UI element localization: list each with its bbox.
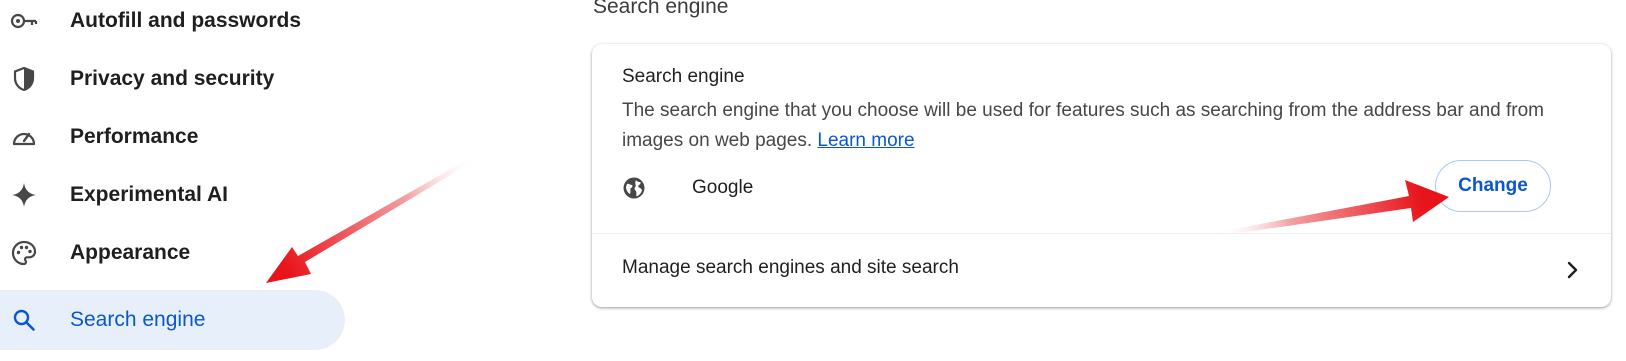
manage-search-engines-label: Manage search engines and site search: [622, 257, 959, 278]
chevron-right-icon: [1560, 258, 1584, 282]
manage-search-engines-row[interactable]: Manage search engines and site search: [592, 234, 1611, 307]
card-title: Search engine: [622, 66, 745, 87]
search-engine-card: Search engine The search engine that you…: [592, 44, 1611, 307]
sidebar-item-search-engine[interactable]: Search engine: [0, 290, 345, 350]
settings-page: Autofill and passwords Privacy and secur…: [0, 0, 1626, 361]
sidebar-item-label: Autofill and passwords: [70, 9, 302, 32]
sidebar-item-label: Appearance: [70, 241, 191, 264]
change-button[interactable]: Change: [1435, 160, 1551, 212]
sidebar-item-label: Experimental AI: [70, 183, 228, 206]
card-description: The search engine that you choose will b…: [622, 96, 1582, 156]
section-title: Search engine: [593, 0, 729, 18]
learn-more-link[interactable]: Learn more: [817, 130, 914, 151]
sidebar-item-privacy-and-security[interactable]: Privacy and security: [0, 49, 345, 109]
sidebar-item-appearance[interactable]: Appearance: [0, 223, 345, 283]
sparkle-icon: [10, 181, 38, 209]
globe-icon: [622, 176, 646, 200]
speedometer-icon: [10, 123, 38, 151]
sidebar-item-autofill-and-passwords[interactable]: Autofill and passwords: [0, 0, 345, 51]
shield-icon: [10, 65, 38, 93]
settings-sidebar: Autofill and passwords Privacy and secur…: [0, 0, 345, 361]
description-text: The search engine that you choose will b…: [622, 100, 1545, 151]
sidebar-item-label: Search engine: [70, 308, 206, 331]
key-icon: [10, 7, 38, 35]
current-engine-name: Google: [692, 177, 754, 198]
sidebar-item-experimental-ai[interactable]: Experimental AI: [0, 165, 345, 225]
sidebar-item-label: Performance: [70, 125, 199, 148]
palette-icon: [10, 239, 38, 267]
sidebar-item-label: Privacy and security: [70, 67, 275, 90]
sidebar-item-performance[interactable]: Performance: [0, 107, 345, 167]
search-icon: [10, 306, 38, 334]
